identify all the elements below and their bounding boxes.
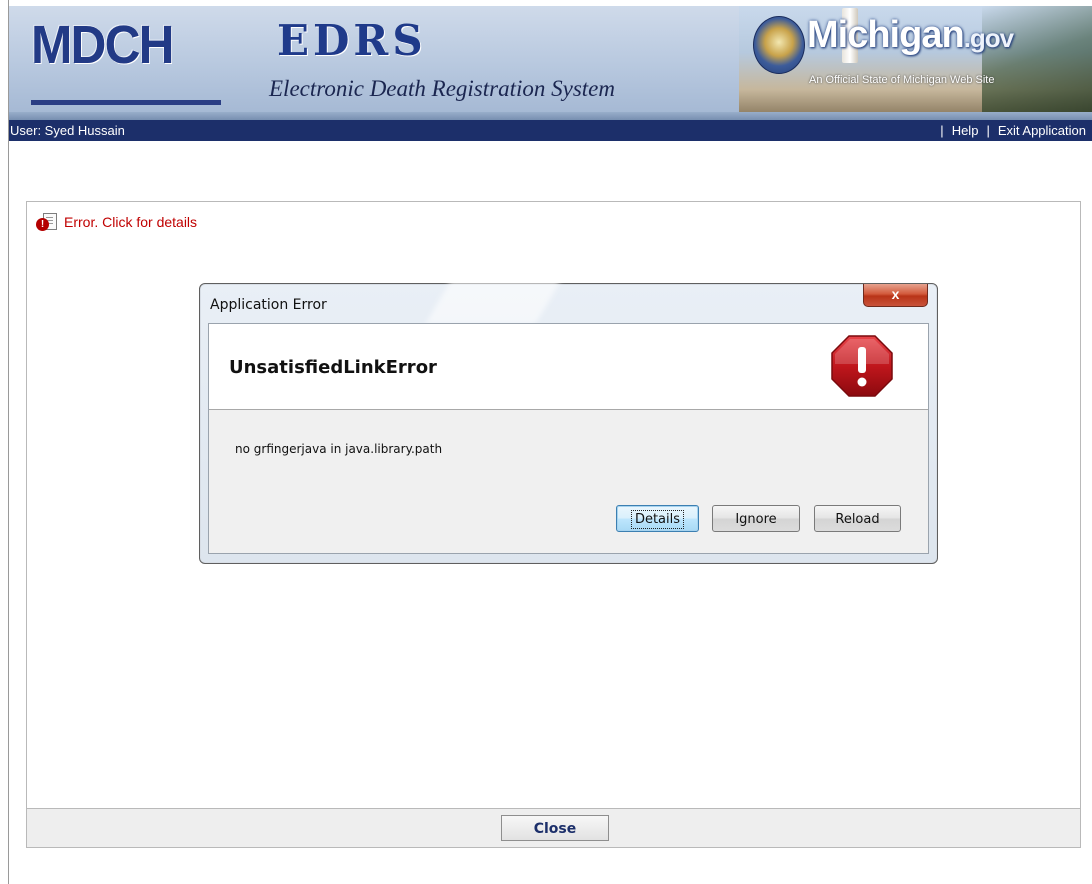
stop-exclamation-icon	[831, 335, 893, 397]
michigan-gov-logo-text: Michigan	[807, 14, 965, 56]
michigan-gov-logo: Michigan.gov	[807, 14, 1014, 56]
close-button[interactable]: Close	[501, 815, 609, 841]
nav-separator: |	[986, 123, 990, 138]
top-nav-links: | Help | Exit Application	[932, 123, 1086, 138]
help-link[interactable]: Help	[952, 123, 979, 138]
michigan-gov-banner[interactable]: Michigan.gov An Official State of Michig…	[739, 6, 1092, 122]
details-button-label: Details	[630, 510, 685, 529]
error-message: no grfingerjava in java.library.path	[235, 442, 443, 456]
exit-application-link[interactable]: Exit Application	[998, 123, 1086, 138]
michigan-gov-tagline: An Official State of Michigan Web Site	[809, 74, 995, 86]
close-icon: x	[891, 286, 900, 302]
michigan-gov-logo-suffix: .gov	[963, 23, 1014, 53]
dialog-close-button[interactable]: x	[863, 284, 928, 307]
error-name: UnsatisfiedLinkError	[229, 357, 437, 378]
error-details-link[interactable]: ! Error. Click for details	[36, 212, 197, 232]
app-subtitle: Electronic Death Registration System	[269, 76, 615, 101]
current-user-label: User: Syed Hussain	[10, 123, 125, 138]
reload-button[interactable]: Reload	[814, 505, 901, 532]
mdch-logo: MDCH	[31, 15, 175, 75]
footer-bar: Close	[26, 808, 1081, 848]
details-button[interactable]: Details	[616, 505, 699, 532]
mdch-logo-underline	[31, 100, 221, 105]
dialog-body: UnsatisfiedLinkError no grfingerjava in …	[208, 323, 929, 554]
app-title: EDRS	[277, 16, 427, 65]
nav-separator: |	[940, 123, 944, 138]
dialog-title: Application Error	[210, 297, 327, 313]
error-details-text: Error. Click for details	[64, 214, 198, 230]
user-bar: User: Syed Hussain | Help | Exit Applicatio…	[9, 120, 1092, 141]
state-seal-icon	[753, 16, 805, 74]
error-document-icon: !	[36, 212, 58, 232]
dialog-header: UnsatisfiedLinkError	[209, 324, 928, 410]
header-banner: MDCH EDRS Electronic Death Registration …	[9, 6, 1092, 122]
ignore-button[interactable]: Ignore	[712, 505, 800, 532]
application-error-dialog: Application Error x UnsatisfiedLinkError…	[199, 283, 938, 564]
